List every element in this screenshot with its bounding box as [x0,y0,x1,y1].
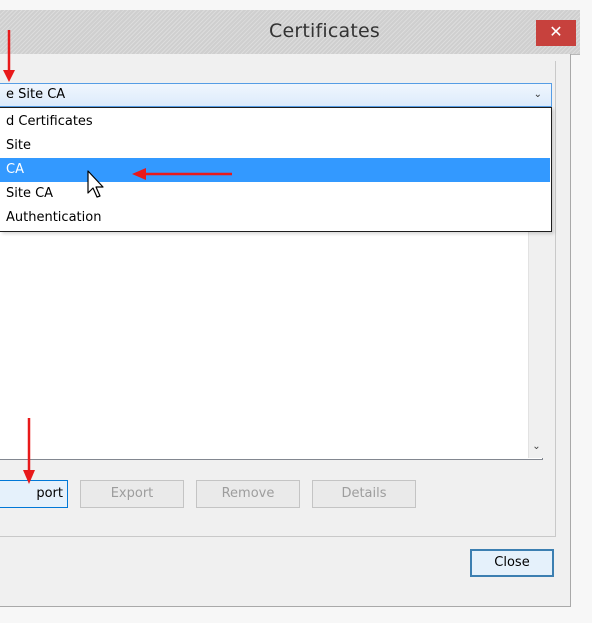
close-button[interactable]: Close [470,549,554,577]
import-button[interactable]: port [0,480,68,508]
window-close-button[interactable]: ✕ [536,20,576,46]
remove-button[interactable]: Remove [196,480,300,508]
dropdown-option[interactable]: Site CA [0,182,550,206]
title-bar: Certificates ✕ [0,10,580,55]
close-icon: ✕ [549,22,563,41]
scroll-down-arrow-icon[interactable]: ⌄ [528,438,545,456]
dropdown-option[interactable]: d Certificates [0,110,550,134]
purpose-combobox[interactable]: e Site CA ⌄ [0,83,552,107]
dropdown-option[interactable]: Authentication [0,206,550,230]
details-button[interactable]: Details [312,480,416,508]
combobox-value: e Site CA [6,87,66,102]
dropdown-option[interactable]: Site [0,134,550,158]
dropdown-option-selected[interactable]: CA [0,158,550,182]
window-title: Certificates [269,20,380,42]
purpose-dropdown-list: d Certificates Site CA Site CA Authentic… [0,107,552,232]
mouse-pointer-icon [87,170,104,198]
export-button[interactable]: Export [80,480,184,508]
chevron-down-icon[interactable]: ⌄ [534,84,542,106]
